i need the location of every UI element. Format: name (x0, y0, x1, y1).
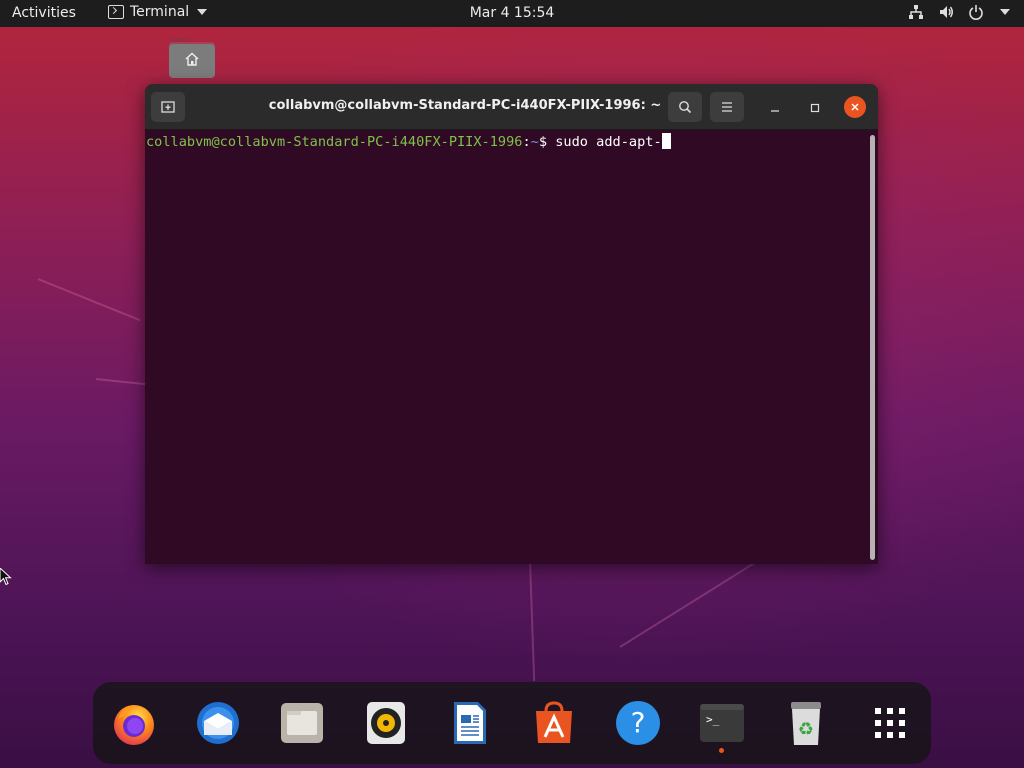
terminal-titlebar[interactable]: collabvm@collabvm-Standard-PC-i440FX-PII… (145, 84, 878, 130)
minimize-icon (771, 110, 779, 112)
wallpaper-streak (619, 556, 765, 648)
top-bar: Activities Terminal Mar 4 15:54 (0, 0, 1024, 27)
chevron-down-icon (197, 9, 208, 15)
maximize-button[interactable] (805, 98, 825, 118)
home-icon (185, 52, 199, 66)
desktop-home-folder[interactable] (168, 36, 216, 78)
window-title: collabvm@collabvm-Standard-PC-i440FX-PII… (268, 98, 662, 113)
dock-writer[interactable] (445, 698, 495, 748)
files-icon (281, 703, 323, 743)
activities-button[interactable]: Activities (12, 5, 76, 21)
command-text: sudo add-apt- (555, 134, 662, 150)
app-menu-button[interactable]: Terminal (108, 4, 208, 20)
dock-trash[interactable]: ♻ (781, 698, 831, 748)
help-glyph: ? (631, 706, 646, 739)
scrollbar[interactable] (870, 135, 875, 560)
wallpaper-streak (529, 560, 536, 681)
recycle-glyph: ♻ (798, 719, 814, 740)
search-button[interactable] (668, 92, 702, 122)
dock-terminal[interactable]: >_ (697, 698, 747, 748)
dock-help[interactable]: ? (613, 698, 663, 748)
prompt-separator: : (522, 134, 531, 150)
new-tab-button[interactable] (151, 92, 185, 122)
menu-button[interactable] (710, 92, 744, 122)
prompt-symbol: $ (538, 134, 556, 150)
hamburger-icon (722, 102, 732, 112)
dock: ? >_ ♻ (93, 682, 931, 764)
terminal-window: collabvm@collabvm-Standard-PC-i440FX-PII… (145, 84, 878, 564)
minimize-button[interactable] (765, 98, 785, 118)
terminal-content[interactable]: collabvm@collabvm-Standard-PC-i440FX-PII… (145, 131, 878, 564)
terminal-icon: >_ (700, 704, 744, 742)
volume-icon (940, 6, 953, 18)
network-icon (909, 5, 923, 19)
firefox-icon (114, 705, 154, 745)
new-tab-icon (161, 101, 175, 113)
writer-icon (454, 702, 486, 744)
clock-button[interactable]: Mar 4 15:54 (470, 5, 555, 21)
power-icon (969, 5, 983, 20)
running-indicator (719, 748, 724, 753)
app-menu-label: Terminal (130, 4, 190, 20)
rhythmbox-icon (367, 702, 405, 744)
text-cursor (661, 133, 671, 149)
thunderbird-icon (197, 702, 239, 744)
dock-firefox[interactable] (109, 698, 159, 748)
prompt-user: collabvm@collabvm-Standard-PC-i440FX-PII… (146, 134, 523, 150)
dock-software[interactable] (529, 698, 579, 748)
software-icon (536, 701, 572, 743)
wallpaper-streak (37, 278, 141, 322)
dock-files[interactable] (277, 698, 327, 748)
grid-icon (875, 708, 905, 738)
chevron-down-icon (1000, 9, 1010, 15)
mouse-pointer-icon (0, 568, 12, 586)
trash-icon: ♻ (791, 702, 821, 745)
dock-show-applications[interactable] (865, 698, 915, 748)
system-tray[interactable] (908, 4, 1010, 20)
close-icon (851, 103, 859, 111)
terminal-icon (108, 5, 124, 19)
dock-rhythmbox[interactable] (361, 698, 411, 748)
help-icon: ? (616, 701, 660, 745)
maximize-icon (810, 103, 820, 113)
search-icon (679, 101, 692, 114)
dock-thunderbird[interactable] (193, 698, 243, 748)
terminal-glyph: >_ (706, 713, 720, 726)
prompt-line: collabvm@collabvm-Standard-PC-i440FX-PII… (146, 132, 671, 152)
close-button[interactable] (844, 96, 866, 118)
prompt-path: ~ (530, 134, 539, 150)
